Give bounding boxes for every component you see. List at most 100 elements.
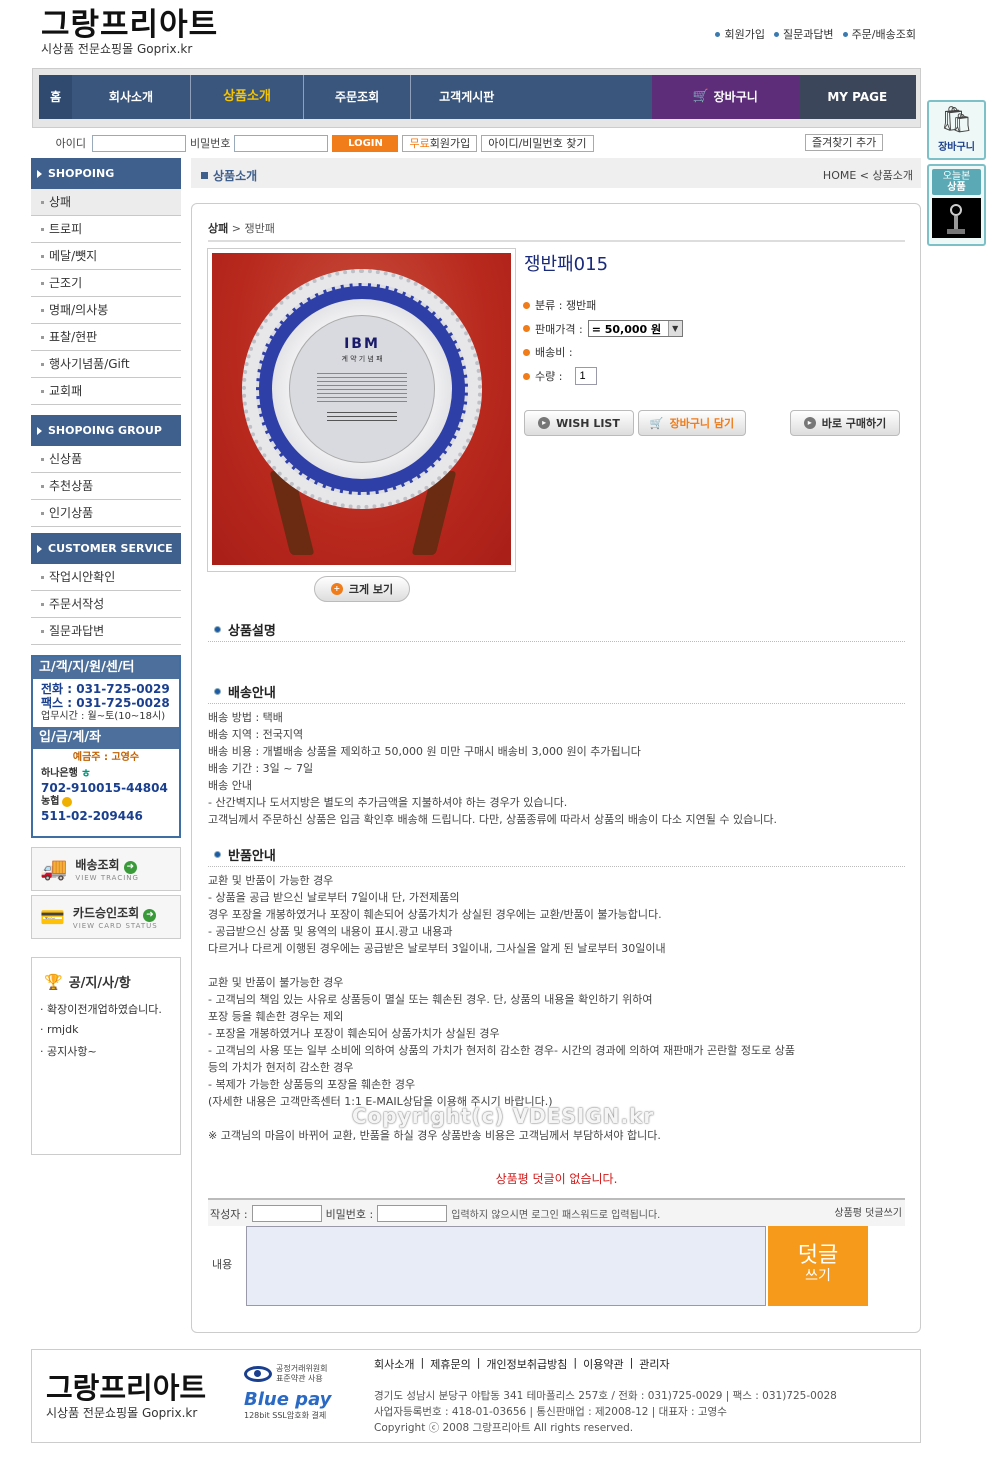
sidebar: SHOPOING CATEGORY 상패 트로피 메달/뺏지 근조기 명패/의사… bbox=[31, 158, 181, 645]
sidebar-item-new[interactable]: 신상품 bbox=[31, 446, 181, 473]
ftc-eye-icon bbox=[244, 1366, 272, 1382]
sidebar-item-gift[interactable]: 행사기념품/Gift bbox=[31, 351, 181, 378]
bullet-icon bbox=[842, 31, 848, 37]
bank1-account: 702-910015-44804 bbox=[41, 781, 168, 795]
sidebar-item-medal[interactable]: 메달/뺏지 bbox=[31, 243, 181, 270]
join-button[interactable]: 무료회원가입 bbox=[402, 134, 478, 152]
footer-info: 경기도 성남시 분당구 야탑동 341 테마폴리스 257호 / 전화 : 03… bbox=[374, 1388, 914, 1436]
qty-input[interactable] bbox=[575, 367, 598, 385]
footer-link-privacy[interactable]: 개인정보취급방침 bbox=[486, 1356, 567, 1372]
chevron-down-icon: ▼ bbox=[667, 321, 682, 336]
cs-hours: 업무시간 : 월~토(10~18시) bbox=[41, 711, 166, 722]
breadcrumb-current: 상품소개 bbox=[872, 169, 913, 182]
cs-fax: 팩스 : 031-725-0028 bbox=[41, 696, 170, 710]
find-account-button[interactable]: 아이디/비밀번호 찾기 bbox=[481, 134, 594, 152]
chevron-right-icon: > bbox=[231, 222, 245, 235]
footer-copyright: Copyright ⓒ 2008 그랑프리아트 All rights reser… bbox=[374, 1422, 634, 1434]
bank-holder: 예금주 : 고영수 bbox=[72, 752, 140, 763]
bullet-icon bbox=[773, 31, 779, 37]
group-header: SHOPOING GROUP bbox=[31, 415, 181, 446]
sidebar-item-signboard[interactable]: 표찰/현판 bbox=[31, 324, 181, 351]
card-label: 카드승인조회 ➜ bbox=[73, 904, 158, 922]
nav-cart[interactable]: 🛒 장바구니 bbox=[651, 75, 799, 119]
price-select[interactable]: = 50,000 원 ▼ bbox=[587, 320, 683, 337]
card-approval-button[interactable]: 💳 카드승인조회 ➜ VIEW CARD STATUS bbox=[31, 895, 181, 939]
customer-center: 고/객/지/원/센/터 전화 : 031-725-0029 팩스 : 031-7… bbox=[31, 655, 181, 838]
arrow-right-icon: ▸ bbox=[538, 417, 551, 429]
sidebar-item-nameplate[interactable]: 명패/의사봉 bbox=[31, 297, 181, 324]
sidebar-item-draft[interactable]: 작업시안확인 bbox=[31, 564, 181, 591]
sidebar-item-recommend[interactable]: 추천상품 bbox=[31, 473, 181, 500]
zoom-button[interactable]: + 크게 보기 bbox=[314, 576, 410, 602]
wishlist-button[interactable]: ▸ WISH LIST bbox=[524, 410, 634, 436]
engraving-area: IBM 계 약 기 념 패 bbox=[289, 315, 435, 463]
id-input[interactable] bbox=[92, 134, 186, 152]
sidebar-item-qna[interactable]: 질문과답변 bbox=[31, 618, 181, 645]
bullet-icon bbox=[523, 325, 530, 332]
notice-box: 🏆 공/지/사/항 · 확장이전개업하였습니다. · rmjdk · 공지사항~ bbox=[31, 957, 181, 1155]
footer-link-admin[interactable]: 관리자 bbox=[639, 1356, 669, 1372]
bullet-icon bbox=[715, 31, 721, 37]
login-button[interactable]: LOGIN bbox=[332, 134, 399, 152]
footer-link-partner[interactable]: 제휴문의 bbox=[430, 1356, 470, 1372]
bluepay-sub: 128bit SSL암호화 결제 bbox=[244, 1411, 327, 1420]
nav-board[interactable]: 고객게시판 bbox=[411, 75, 523, 119]
comment-form: 작성자 : 비밀번호 : 입력하지 않으시면 로그인 패스워드로 입력됩니다. … bbox=[208, 1198, 905, 1306]
top-link-qna[interactable]: 질문과답변 bbox=[773, 26, 834, 42]
engraved-text-lines bbox=[327, 409, 397, 421]
floating-cart-button[interactable]: 🛍 장바구니 bbox=[927, 100, 986, 160]
top-link-join[interactable]: 회원가입 bbox=[715, 26, 765, 42]
pw-input[interactable] bbox=[234, 134, 329, 152]
delivery-tracking-button[interactable]: 🚚 배송조회 ➜ VIEW TRACING bbox=[31, 847, 181, 891]
nav-products[interactable]: 상품소개 bbox=[191, 75, 304, 119]
watermark: Copyright(c) VDESIGN.kr bbox=[352, 1104, 655, 1128]
sidebar-item-popular[interactable]: 인기상품 bbox=[31, 500, 181, 527]
no-comments-message: 상품평 덧글이 없습니다. bbox=[495, 1172, 618, 1186]
top-link-order[interactable]: 주문/배송조회 bbox=[842, 26, 916, 42]
notice-item[interactable]: · 공지사항~ bbox=[40, 1043, 174, 1060]
nav-cart-label: 장바구니 bbox=[713, 90, 758, 104]
nav-home[interactable]: 홈 bbox=[39, 75, 73, 119]
nav-order[interactable]: 주문조회 bbox=[304, 75, 410, 119]
site-logo[interactable]: 그랑프리아트 시상품 전문쇼핑몰 Goprix.kr bbox=[41, 8, 218, 56]
bullet-icon bbox=[523, 372, 530, 380]
product-shipping: 배송비 : bbox=[523, 344, 573, 360]
comment-pw-input[interactable] bbox=[377, 1205, 448, 1222]
pw-label: 비밀번호 bbox=[190, 137, 231, 150]
breadcrumb-home[interactable]: HOME bbox=[823, 169, 856, 182]
comment-submit-button[interactable]: 덧글 쓰기 bbox=[768, 1226, 868, 1306]
footer-address: 경기도 성남시 분당구 야탑동 341 테마폴리스 257호 / 전화 : 03… bbox=[374, 1390, 837, 1402]
writer-label: 작성자 : bbox=[210, 1207, 248, 1221]
path-category[interactable]: 상패 bbox=[208, 222, 228, 235]
writer-input[interactable] bbox=[251, 1205, 322, 1222]
add-to-cart-button[interactable]: 🛒 장바구니 담기 bbox=[638, 410, 746, 436]
nav-company[interactable]: 회사소개 bbox=[72, 75, 189, 119]
footer-link-terms[interactable]: 이용약관 bbox=[583, 1356, 623, 1372]
footer-link-company[interactable]: 회사소개 bbox=[374, 1356, 414, 1372]
comment-write-link[interactable]: 상품평 덧글쓰기 bbox=[834, 1204, 902, 1219]
notice-item[interactable]: · 확장이전개업하였습니다. bbox=[40, 1001, 174, 1018]
sidebar-item-funeral[interactable]: 근조기 bbox=[31, 270, 181, 297]
product-image[interactable]: IBM 계 약 기 념 패 bbox=[212, 253, 511, 565]
top-links: 회원가입 질문과답변 주문/배송조회 bbox=[715, 26, 916, 42]
recent-product-thumb[interactable] bbox=[932, 198, 981, 238]
arrow-right-icon: ➜ bbox=[143, 909, 157, 922]
bookmark-button[interactable]: 즐겨찾기 추가 bbox=[805, 134, 884, 151]
sidebar-item-trophy[interactable]: 트로피 bbox=[31, 216, 181, 243]
buy-now-button[interactable]: ▸ 바로 구매하기 bbox=[790, 410, 900, 436]
arrow-right-icon: ➜ bbox=[123, 861, 137, 874]
chevron-left-icon: < bbox=[859, 169, 870, 182]
path-subcategory[interactable]: 쟁반패 bbox=[244, 222, 274, 235]
sidebar-item-orderform[interactable]: 주문서작성 bbox=[31, 591, 181, 618]
notice-item[interactable]: · rmjdk bbox=[40, 1021, 174, 1038]
bullet-icon bbox=[214, 851, 221, 858]
sidebar-item-church[interactable]: 교회패 bbox=[31, 378, 181, 405]
sidebar-item-plaque[interactable]: 상패 bbox=[31, 189, 181, 216]
footer-badges: 공정거래위원회 표준약관 사용 Blue pay 128bit SSL암호화 결제 bbox=[244, 1364, 356, 1421]
comment-textarea[interactable] bbox=[246, 1226, 766, 1306]
nav-mypage[interactable]: MY PAGE bbox=[798, 75, 916, 119]
nh-bank-logo-icon bbox=[62, 797, 73, 807]
logo-tagline: 시상품 전문쇼핑몰 Goprix.kr bbox=[41, 42, 193, 56]
category-header: SHOPOING CATEGORY bbox=[31, 158, 181, 211]
id-label: 아이디 bbox=[55, 137, 86, 150]
